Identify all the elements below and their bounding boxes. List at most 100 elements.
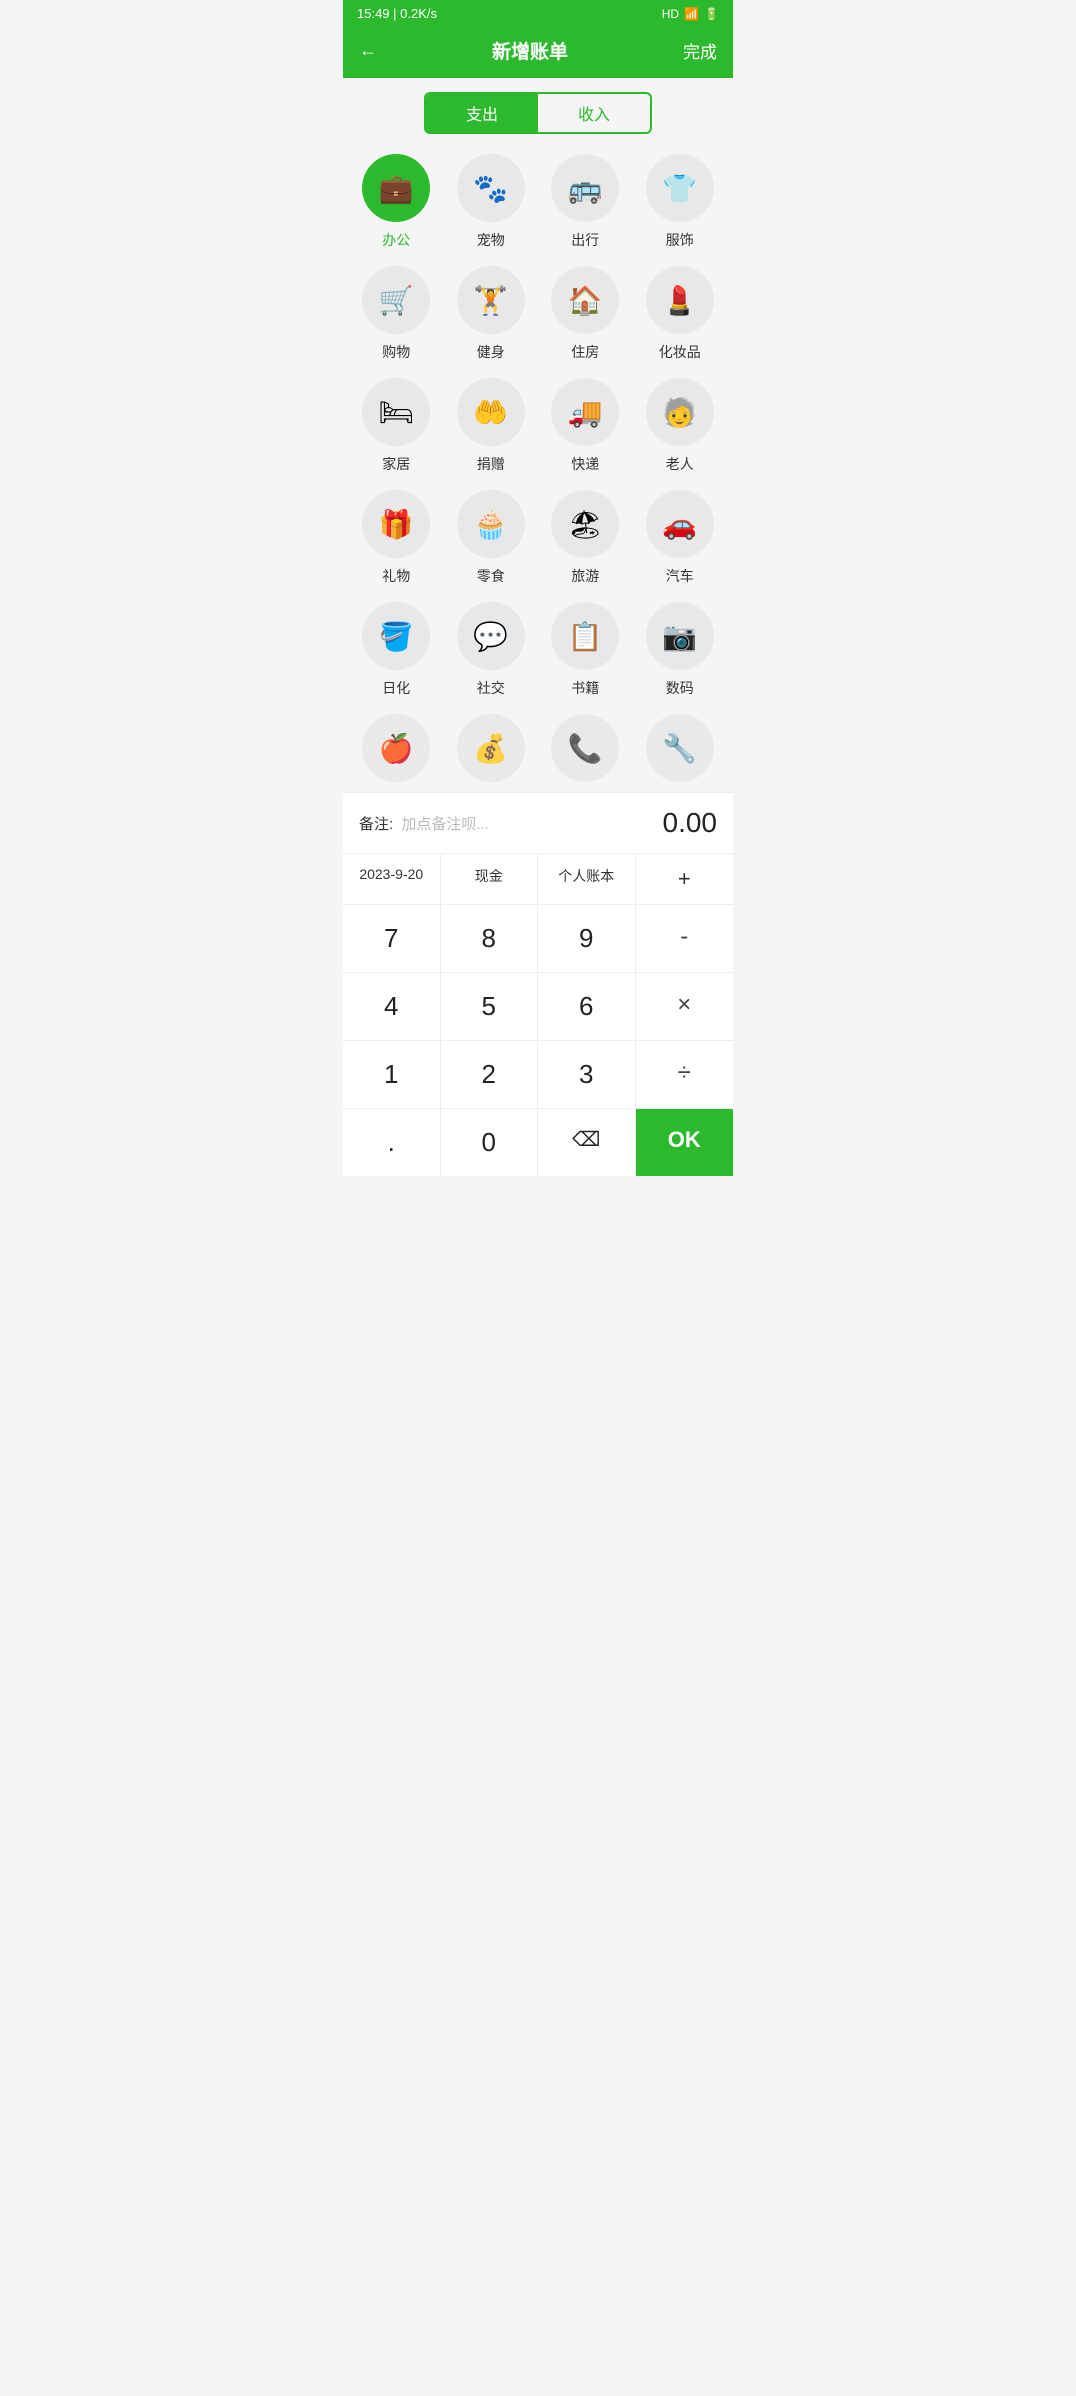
category-item-furniture[interactable]: 🛏 家居 — [353, 378, 440, 474]
op-minus[interactable]: - — [636, 904, 734, 972]
note-label: 备注: 加点备注呗... — [359, 813, 489, 834]
tab-expense[interactable]: 支出 — [426, 94, 538, 132]
category-icon-elderly: 🧓 — [646, 378, 714, 446]
key-0[interactable]: 0 — [441, 1108, 539, 1176]
calc-grid: 789- 456× 123÷.0⌫OK — [343, 904, 733, 1176]
key-1[interactable]: 1 — [343, 1040, 441, 1108]
category-icon-housing: 🏠 — [551, 266, 619, 334]
category-label-book: 书籍 — [571, 678, 599, 698]
category-icon-pet: 🐾 — [457, 154, 525, 222]
category-label-elderly: 老人 — [666, 454, 694, 474]
category-item-donation[interactable]: 🤲 捐赠 — [448, 378, 535, 474]
op-divide[interactable]: ÷ — [636, 1040, 734, 1108]
category-item-cosmetics[interactable]: 💄化妆品 — [637, 266, 724, 362]
category-icon-book: 📋 — [551, 602, 619, 670]
calc-plus[interactable]: + — [636, 854, 734, 904]
key-ok[interactable]: OK — [636, 1108, 734, 1176]
category-label-snack: 零食 — [477, 566, 505, 586]
category-item-express[interactable]: 🚚 快递 — [542, 378, 629, 474]
key-4[interactable]: 4 — [343, 972, 441, 1040]
category-label-furniture: 家居 — [382, 454, 410, 474]
category-item-office[interactable]: 💼 办公 — [353, 154, 440, 250]
status-bar: 15:49 | 0.2K/s HD 📶 🔋 — [343, 0, 733, 27]
signal-icon: HD — [662, 7, 679, 21]
key-7[interactable]: 7 — [343, 904, 441, 972]
category-item-pet[interactable]: 🐾 宠物 — [448, 154, 535, 250]
category-item-clothing[interactable]: 👕 服饰 — [637, 154, 724, 250]
phone-icon[interactable]: 📞 — [542, 714, 629, 782]
category-label-housing: 住房 — [571, 342, 599, 362]
tools-icon[interactable]: 🔧 — [637, 714, 724, 782]
category-label-clothing: 服饰 — [666, 230, 694, 250]
category-icon-fitness: 🏋️ — [457, 266, 525, 334]
category-icon-social: 💬 — [457, 602, 525, 670]
category-label-pet: 宠物 — [477, 230, 505, 250]
category-label-digital: 数码 — [666, 678, 694, 698]
category-label-office: 办公 — [382, 230, 410, 250]
category-icon-express: 🚚 — [551, 378, 619, 446]
back-button[interactable]: ← — [359, 40, 377, 61]
key-2[interactable]: 2 — [441, 1040, 539, 1108]
calc-meta-row: 2023-9-20 现金 个人账本 + — [343, 853, 733, 904]
category-icon-travel: 🚌 — [551, 154, 619, 222]
key-backspace[interactable]: ⌫ — [538, 1108, 636, 1176]
category-label-donation: 捐赠 — [477, 454, 505, 474]
category-label-social: 社交 — [477, 678, 505, 698]
category-icon-office: 💼 — [362, 154, 430, 222]
category-label-travel: 出行 — [571, 230, 599, 250]
category-item-tourism[interactable]: 🏖旅游 — [542, 490, 629, 586]
calc-account[interactable]: 个人账本 — [538, 854, 636, 904]
tab-income[interactable]: 收入 — [538, 94, 650, 132]
category-label-shopping: 购物 — [382, 342, 410, 362]
category-icon-car: 🚗 — [646, 490, 714, 558]
category-icon-digital: 📷 — [646, 602, 714, 670]
tab-switch: 支出 收入 — [343, 78, 733, 144]
calc-payment[interactable]: 现金 — [441, 854, 539, 904]
key-6[interactable]: 6 — [538, 972, 636, 1040]
calculator: 2023-9-20 现金 个人账本 + 789- 456× 123÷.0⌫OK — [343, 853, 733, 1176]
apple-icon[interactable]: 🍎 — [353, 714, 440, 782]
category-item-car[interactable]: 🚗 汽车 — [637, 490, 724, 586]
category-item-gift[interactable]: 🎁礼物 — [353, 490, 440, 586]
key-3[interactable]: 3 — [538, 1040, 636, 1108]
money-icon[interactable]: 💰 — [448, 714, 535, 782]
category-label-express: 快递 — [571, 454, 599, 474]
category-item-social[interactable]: 💬 社交 — [448, 602, 535, 698]
category-icon-clothing: 👕 — [646, 154, 714, 222]
status-time: 15:49 | 0.2K/s — [357, 6, 437, 21]
category-icon-daily: 🪣 — [362, 602, 430, 670]
note-bar: 备注: 加点备注呗... 0.00 — [343, 792, 733, 853]
category-item-book[interactable]: 📋 书籍 — [542, 602, 629, 698]
wifi-icon: 📶 — [684, 7, 699, 21]
category-icon-furniture: 🛏 — [362, 378, 430, 446]
category-icon-gift: 🎁 — [362, 490, 430, 558]
note-placeholder[interactable]: 加点备注呗... — [401, 816, 489, 833]
category-item-housing[interactable]: 🏠 住房 — [542, 266, 629, 362]
calc-date[interactable]: 2023-9-20 — [343, 854, 441, 904]
status-icons: HD 📶 🔋 — [662, 7, 719, 21]
op-multiply[interactable]: × — [636, 972, 734, 1040]
category-label-car: 汽车 — [666, 566, 694, 586]
category-label-fitness: 健身 — [477, 342, 505, 362]
key-dot[interactable]: . — [343, 1108, 441, 1176]
category-more-row: 🍎💰📞🔧 — [343, 698, 733, 782]
category-item-digital[interactable]: 📷 数码 — [637, 602, 724, 698]
category-item-elderly[interactable]: 🧓 老人 — [637, 378, 724, 474]
page-title: 新增账单 — [492, 37, 568, 64]
category-label-tourism: 旅游 — [571, 566, 599, 586]
category-label-cosmetics: 化妆品 — [659, 342, 701, 362]
category-item-shopping[interactable]: 🛒购物 — [353, 266, 440, 362]
battery-icon: 🔋 — [704, 7, 719, 21]
category-icon-snack: 🧁 — [457, 490, 525, 558]
category-item-snack[interactable]: 🧁 零食 — [448, 490, 535, 586]
category-item-daily[interactable]: 🪣日化 — [353, 602, 440, 698]
category-grid: 💼 办公 🐾 宠物 🚌 出行 👕 服饰 🛒购物🏋️ 健身 🏠 住房 💄化妆品 🛏 家居 🤲 捐赠 🚚 快递 🧓 老人 🎁礼… — [343, 144, 733, 698]
category-icon-donation: 🤲 — [457, 378, 525, 446]
key-5[interactable]: 5 — [441, 972, 539, 1040]
category-item-travel[interactable]: 🚌 出行 — [542, 154, 629, 250]
key-9[interactable]: 9 — [538, 904, 636, 972]
category-item-fitness[interactable]: 🏋️ 健身 — [448, 266, 535, 362]
done-button[interactable]: 完成 — [683, 38, 717, 63]
tab-container: 支出 收入 — [424, 92, 652, 134]
key-8[interactable]: 8 — [441, 904, 539, 972]
